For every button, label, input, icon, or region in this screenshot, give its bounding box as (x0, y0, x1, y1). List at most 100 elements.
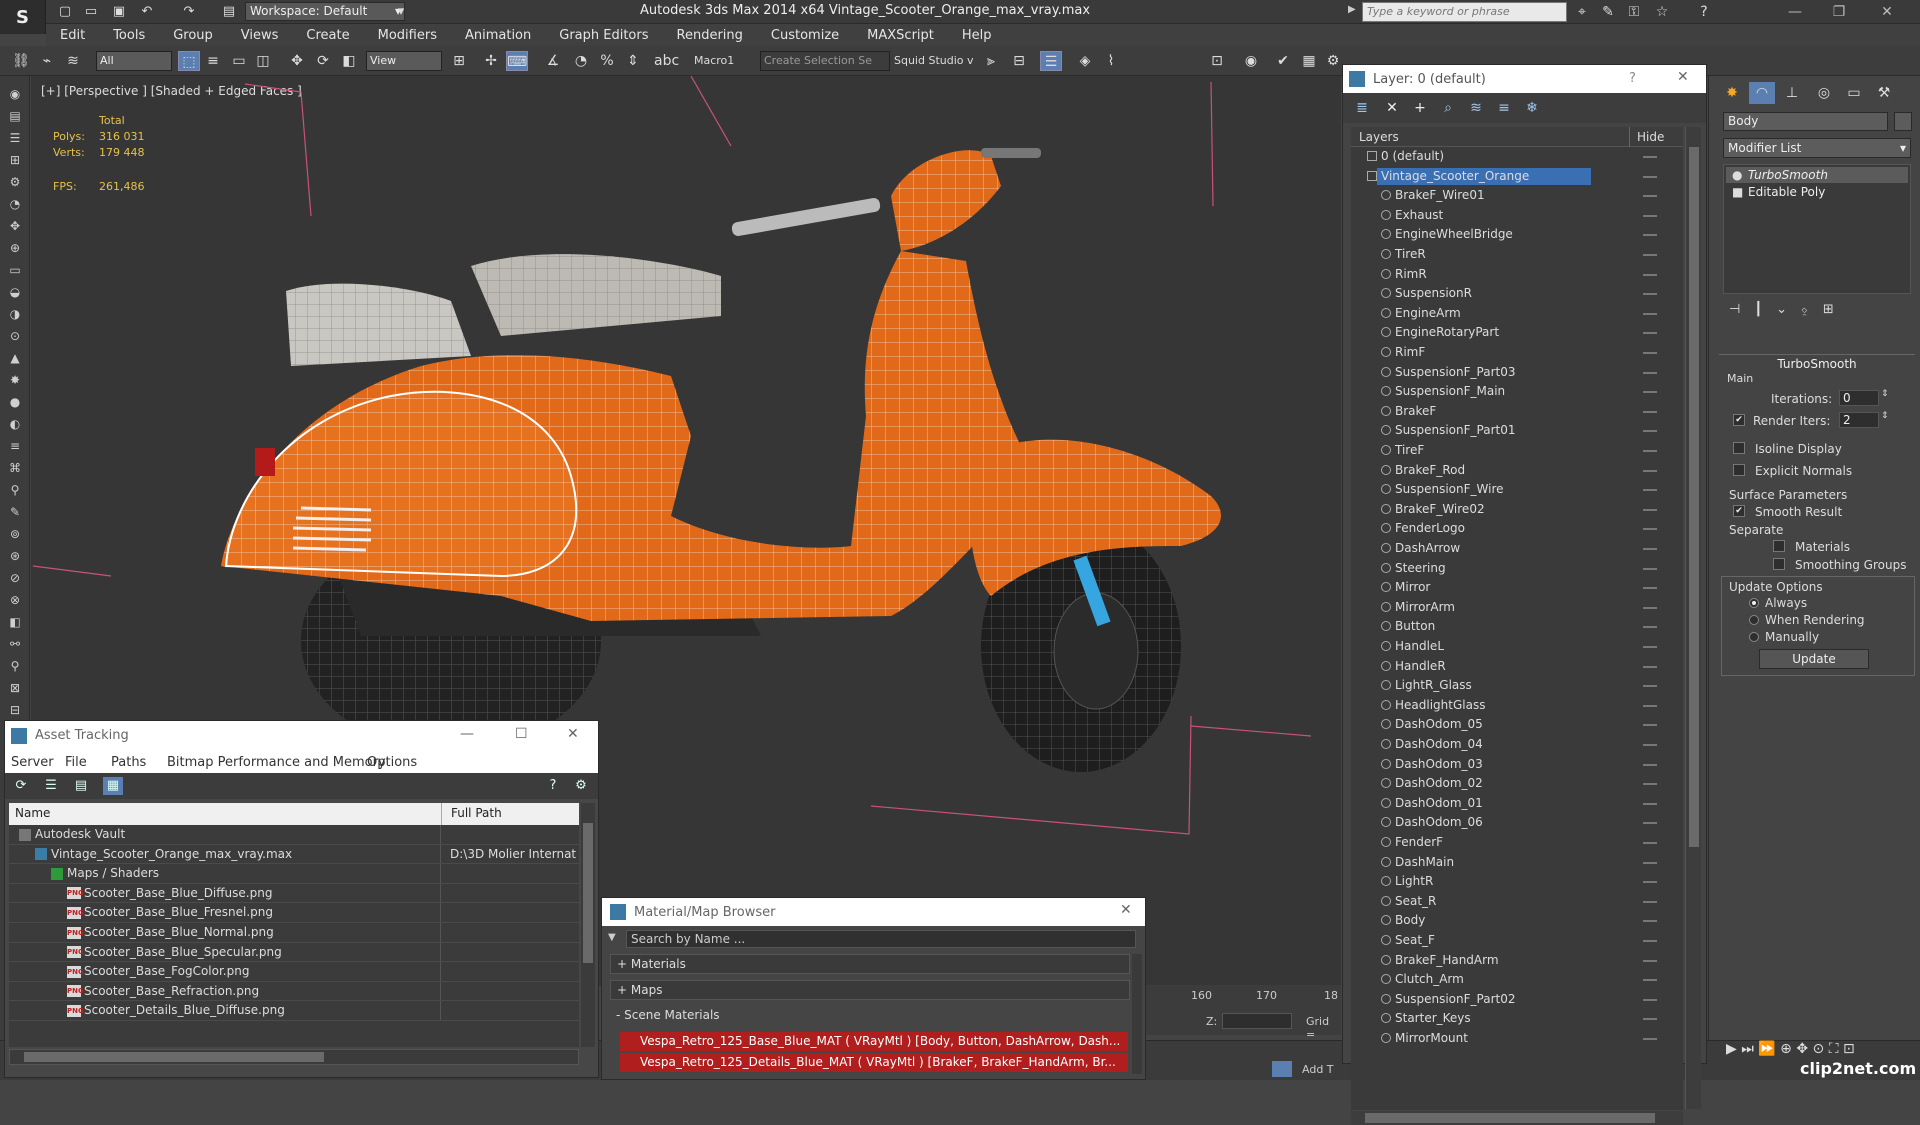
list-item[interactable]: TireR (1351, 245, 1683, 265)
table-row[interactable]: Vintage_Scooter_Orange_max_vray.max D:\3D… (9, 844, 579, 865)
hide-toggle[interactable] (1643, 704, 1657, 707)
list-item[interactable]: SuspensionF_Main (1351, 382, 1683, 402)
freeze-all-layers-icon[interactable]: ❄ (1521, 98, 1543, 118)
list-item[interactable]: SuspensionR (1351, 284, 1683, 304)
stack-tools[interactable]: ⊣┃⌄⍚⊞ (1723, 302, 1911, 322)
tool-strip-icon[interactable]: ⚯ (6, 636, 24, 652)
tool-strip-icon[interactable]: ⊛ (6, 548, 24, 564)
close-icon[interactable]: ✕ (1677, 69, 1689, 85)
hide-toggle[interactable] (1643, 175, 1657, 178)
tool-strip-icon[interactable]: ◒ (6, 284, 24, 300)
curve-editor-icon[interactable]: ⌇ (1100, 51, 1122, 71)
tool-strip-icon[interactable]: ⊚ (6, 526, 24, 542)
play-icon[interactable]: ▶ (1348, 4, 1356, 15)
hide-toggle[interactable] (1643, 763, 1657, 766)
menu-create[interactable]: Create (292, 28, 363, 43)
hide-toggle[interactable] (1643, 195, 1657, 198)
list-view-icon[interactable]: ☰ (41, 777, 61, 795)
maximize-icon[interactable]: ☐ (515, 726, 528, 742)
unlink-icon[interactable]: ⌁ (36, 51, 58, 71)
hide-toggle[interactable] (1643, 528, 1657, 531)
tool-strip-icon[interactable]: ▤ (6, 108, 24, 124)
asset-menu-paths[interactable]: Paths (111, 755, 146, 770)
materials-checkbox[interactable] (1773, 540, 1785, 552)
list-item[interactable]: BrakeF_Wire02 (1351, 500, 1683, 520)
spinner-arrows-icon[interactable]: ⇕ (1881, 389, 1889, 399)
mirror-icon[interactable]: ⫸ (980, 51, 1002, 71)
graphite-icon[interactable]: ◈ (1074, 51, 1096, 71)
angle-snap-icon[interactable]: ◔ (570, 51, 592, 71)
tool-strip-icon[interactable]: ◧ (6, 614, 24, 630)
snap-toggle-icon[interactable]: ∡ (542, 51, 564, 71)
hide-toggle[interactable] (1643, 469, 1657, 472)
hide-toggle[interactable] (1643, 979, 1657, 982)
hide-toggle[interactable] (1643, 685, 1657, 688)
tool-strip-icon[interactable]: ● (6, 394, 24, 410)
hide-toggle[interactable] (1643, 391, 1657, 394)
list-item[interactable]: TireF (1351, 441, 1683, 461)
list-item[interactable]: EngineWheelBridge (1351, 225, 1683, 245)
menu-edit[interactable]: Edit (46, 28, 99, 43)
menu-customize[interactable]: Customize (757, 28, 853, 43)
add-time-tag-label[interactable]: Add T (1302, 1063, 1334, 1076)
hide-toggle[interactable] (1643, 900, 1657, 903)
list-item[interactable]: RimF (1351, 343, 1683, 363)
scene-materials-section[interactable]: - Scene Materials (610, 1006, 1130, 1026)
binoculars-icon[interactable]: ⌖ (1572, 3, 1592, 21)
tail-light[interactable] (255, 448, 275, 476)
app-logo-icon[interactable]: S (0, 0, 46, 34)
hide-toggle[interactable] (1643, 646, 1657, 648)
table-row[interactable]: PNGScooter_Base_FogColor.png (9, 962, 579, 982)
z-coordinate-field[interactable] (1222, 1013, 1292, 1029)
list-item[interactable]: DashOdom_03 (1351, 755, 1683, 775)
menu-views[interactable]: Views (227, 28, 293, 43)
tool-strip-icon[interactable]: ⌘ (6, 460, 24, 476)
asset-vertical-scrollbar[interactable] (581, 803, 595, 1047)
list-item[interactable]: LightR (1351, 872, 1683, 892)
menu-graph-editors[interactable]: Graph Editors (545, 28, 662, 43)
update-button[interactable]: Update (1759, 649, 1869, 669)
hide-toggle[interactable] (1643, 273, 1657, 276)
spinner-arrows-icon[interactable]: ⇕ (1881, 411, 1889, 421)
column-header-full-path[interactable]: Full Path (451, 806, 502, 820)
hide-toggle[interactable] (1643, 508, 1657, 511)
scroll-thumb[interactable] (1365, 1113, 1655, 1123)
list-item[interactable]: BrakeF_HandArm (1351, 951, 1683, 971)
timeline[interactable]: 160 170 18 Z: Grid = (1146, 985, 1341, 1041)
list-item[interactable]: DashMain (1351, 853, 1683, 873)
material-item[interactable]: Vespa_Retro_125_Details_Blue_MAT ( VRayM… (620, 1053, 1128, 1072)
hide-toggle[interactable] (1643, 802, 1657, 805)
table-row[interactable]: PNGScooter_Base_Blue_Specular.png (9, 942, 579, 963)
scroll-thumb[interactable] (24, 1052, 324, 1062)
display-tab-icon[interactable]: ▭ (1841, 82, 1867, 104)
asset-menu-options[interactable]: Options (367, 755, 417, 770)
materials-section[interactable]: + Materials (610, 954, 1130, 974)
tool-strip-icon[interactable]: ⊟ (6, 702, 24, 718)
list-item[interactable]: MirrorMount (1351, 1029, 1683, 1049)
list-item[interactable]: EngineRotaryPart (1351, 323, 1683, 343)
hide-toggle[interactable] (1643, 587, 1657, 590)
hide-toggle[interactable] (1643, 332, 1657, 335)
hide-toggle[interactable] (1643, 410, 1657, 413)
list-item[interactable]: BrakeF_Rod (1351, 461, 1683, 481)
hide-toggle[interactable] (1643, 881, 1657, 884)
material-browser-titlebar[interactable]: Material/Map Browser ✕ (602, 898, 1145, 926)
scroll-thumb[interactable] (583, 823, 593, 963)
table-view-icon[interactable]: ▤ (71, 777, 91, 795)
select-object-icon[interactable]: ⬚ (178, 51, 200, 71)
list-item[interactable]: Exhaust (1351, 206, 1683, 226)
material-item[interactable]: Vespa_Retro_125_Base_Blue_MAT ( VRayMtl … (620, 1032, 1128, 1051)
hide-toggle[interactable] (1643, 156, 1657, 158)
tool-strip-icon[interactable]: ⊠ (6, 680, 24, 696)
hide-toggle[interactable] (1643, 822, 1657, 825)
list-item[interactable]: SuspensionF_Part03 (1351, 363, 1683, 383)
list-item[interactable]: HandleL (1351, 637, 1683, 657)
asset-menu-file[interactable]: File (65, 755, 87, 770)
list-item[interactable]: DashOdom_06 (1351, 813, 1683, 833)
minimize-icon[interactable]: — (1780, 2, 1810, 22)
viewport-layout-icon[interactable] (1272, 1061, 1292, 1077)
asset-menu-server[interactable]: Server (11, 755, 54, 770)
table-row[interactable]: PNGScooter_Base_Blue_Normal.png (9, 923, 579, 943)
list-item[interactable]: Seat_R (1351, 892, 1683, 912)
refresh-icon[interactable]: ⟳ (11, 777, 31, 795)
